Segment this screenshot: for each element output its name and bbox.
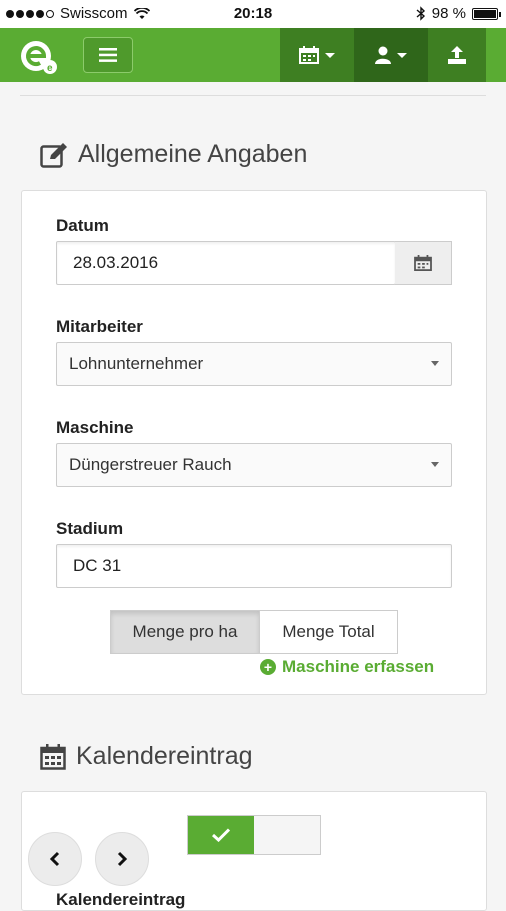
status-right: 98 %: [416, 5, 501, 22]
toggle-on: [188, 816, 254, 854]
status-bar: Swisscom 20:18 98 %: [0, 0, 506, 28]
upload-icon: [448, 46, 466, 64]
check-icon: [212, 828, 230, 842]
menge-pro-ha-button[interactable]: Menge pro ha: [110, 610, 260, 654]
add-machine-link[interactable]: + Maschine erfassen: [260, 657, 434, 677]
hamburger-icon: [99, 48, 117, 62]
maschine-select[interactable]: Düngerstreuer Rauch: [56, 443, 452, 487]
next-button[interactable]: [95, 832, 149, 886]
maschine-value: Düngerstreuer Rauch: [69, 455, 232, 474]
navbar: e: [0, 28, 506, 82]
previous-button[interactable]: [28, 832, 82, 886]
divider: [20, 95, 486, 96]
app-logo-icon[interactable]: e: [18, 36, 62, 76]
section-general-label: Allgemeine Angaben: [78, 140, 308, 168]
add-machine-label: Maschine erfassen: [282, 657, 435, 676]
section-general-title: Allgemeine Angaben: [40, 140, 307, 169]
maschine-label: Maschine: [56, 418, 134, 437]
stadium-label: Stadium: [56, 519, 124, 538]
calendar-entry-label: Kalendereintrag: [56, 890, 186, 909]
calendar-toggle[interactable]: [187, 815, 321, 855]
calendar-dropdown[interactable]: [280, 28, 354, 82]
mitarbeiter-label: Mitarbeiter: [56, 317, 143, 336]
calendar-icon: [299, 46, 319, 64]
datepicker-button[interactable]: [395, 241, 452, 285]
svg-text:e: e: [47, 63, 53, 74]
datum-input[interactable]: 28.03.2016: [56, 241, 396, 285]
user-dropdown[interactable]: [354, 28, 428, 82]
chevron-right-icon: [117, 851, 128, 867]
chevron-left-icon: [49, 851, 60, 867]
battery-percent: 98 %: [431, 5, 466, 22]
menge-total-button[interactable]: Menge Total: [260, 610, 398, 654]
chevron-down-icon: [397, 52, 407, 58]
section-calendar-label: Kalendereintrag: [76, 742, 253, 770]
chevron-down-icon: [325, 52, 335, 58]
mitarbeiter-select[interactable]: Lohnunternehmer: [56, 342, 452, 386]
menu-button[interactable]: [83, 37, 133, 73]
calendar-icon: [40, 743, 66, 770]
user-icon: [375, 46, 391, 64]
quantity-mode-toggle: Menge pro ha Menge Total: [110, 610, 398, 654]
dropdown-arrow-icon: [431, 361, 439, 366]
calendar-icon: [414, 255, 432, 271]
datum-label: Datum: [56, 216, 109, 235]
dropdown-arrow-icon: [431, 462, 439, 467]
battery-icon: [472, 7, 501, 20]
toggle-off: [254, 816, 320, 854]
edit-icon: [40, 142, 67, 168]
section-calendar-title: Kalendereintrag: [40, 742, 253, 771]
plus-circle-icon: +: [260, 659, 276, 675]
upload-button[interactable]: [428, 28, 486, 82]
bluetooth-icon: [416, 6, 425, 21]
mitarbeiter-value: Lohnunternehmer: [69, 354, 204, 373]
stadium-input[interactable]: DC 31: [56, 544, 452, 588]
